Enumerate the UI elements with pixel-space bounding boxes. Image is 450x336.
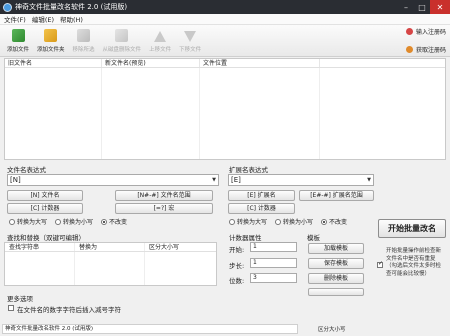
template-label: 模板 — [307, 234, 320, 242]
macro-button[interactable]: [=?] 宏 — [115, 203, 213, 214]
column-location[interactable]: 文件位置 — [200, 59, 320, 67]
check-duplicates-checkbox[interactable] — [377, 260, 383, 268]
add-file-icon — [11, 29, 25, 42]
status-right-text: 区分大小写 — [318, 327, 346, 333]
status-text: 神奇文件批量改名软件 2.0 (试用版) — [2, 324, 298, 334]
digits-input[interactable]: 3 — [250, 273, 297, 283]
check-duplicates-hint: 开始批量操作前检查新文件名中是否有重复（勾选后文件太多时检查可能会比较慢） — [386, 248, 442, 277]
move-down-button[interactable]: 下移文件 — [175, 25, 205, 56]
start-rename-button[interactable]: 开始批量改名 — [378, 219, 446, 238]
ext-case-group: 转换为大写 转换为小写 不改变 — [229, 217, 347, 226]
remove-selected-icon — [77, 29, 91, 42]
replace-table[interactable]: 查找字符串 替换为 区分大小写 — [4, 242, 217, 286]
menu-bar: 文件(F) 编辑(E) 帮助(H) — [0, 14, 450, 25]
ext-button[interactable]: [E] 扩展名 — [228, 190, 295, 201]
insert-hyphen-label: 在文件名的数字字符后插入减号字符 — [17, 306, 121, 314]
filename-button[interactable]: [N] 文件名 — [7, 190, 83, 201]
counter-label: 计数器属性 — [229, 234, 262, 242]
delete-template-button[interactable]: 删除模板 — [308, 273, 364, 284]
column-case[interactable]: 区分大小写 — [145, 243, 205, 251]
delete-from-disk-button[interactable]: 从磁盘删除文件 — [99, 25, 146, 56]
column-old-name[interactable]: 旧文件名 — [5, 59, 102, 67]
radio-unchanged[interactable]: 不改变 — [101, 217, 127, 226]
cart-icon — [405, 46, 413, 53]
save-template-button[interactable]: 保存模板 — [308, 258, 364, 269]
template-blank-button[interactable] — [308, 288, 364, 296]
add-folder-icon — [44, 29, 58, 42]
delete-from-disk-icon — [115, 29, 129, 42]
status-bar: 神奇文件批量改名软件 2.0 (试用版) 区分大小写 — [0, 322, 450, 336]
get-code-link[interactable]: 获取注册码 — [405, 45, 446, 54]
menu-edit[interactable]: 编辑(E) — [32, 14, 54, 24]
move-down-icon — [184, 31, 197, 42]
ext-counter-button[interactable]: [C] 计数器 — [228, 203, 295, 214]
radio-uppercase[interactable]: 转换为大写 — [9, 217, 47, 226]
minimize-button[interactable]: – — [398, 0, 414, 14]
radio-lowercase[interactable]: 转换为小写 — [55, 217, 93, 226]
enter-code-link[interactable]: 输入注册码 — [405, 27, 446, 36]
menu-help[interactable]: 帮助(H) — [60, 14, 83, 24]
key-icon — [405, 28, 413, 35]
column-find[interactable]: 查找字符串 — [5, 243, 75, 251]
file-list[interactable]: 旧文件名 新文件名(预览) 文件位置 — [4, 58, 446, 160]
radio-ext-uppercase[interactable]: 转换为大写 — [229, 217, 267, 226]
load-template-button[interactable]: 加载模板 — [308, 243, 364, 254]
filename-expr-label: 文件名表达式 — [7, 166, 46, 174]
close-button[interactable]: ✕ — [430, 0, 450, 14]
add-folder-button[interactable]: 添加文件夹 — [33, 25, 69, 56]
chevron-down-icon[interactable]: ▼ — [210, 175, 218, 185]
move-up-button[interactable]: 上移文件 — [145, 25, 175, 56]
replace-label: 查找和替换（双键可编辑） — [7, 234, 85, 242]
remove-selected-button[interactable]: 移除所选 — [69, 25, 99, 56]
more-options-label: 更多选项 — [7, 295, 33, 303]
digits-label: 位数: — [229, 277, 245, 285]
start-input[interactable]: 1 — [250, 242, 297, 252]
filename-expr-input[interactable]: [N] ▼ — [7, 174, 219, 186]
app-icon — [3, 2, 12, 12]
counter-button[interactable]: [C] 计数器 — [7, 203, 83, 214]
window-title: 神奇文件批量改名软件 2.0 (试用版) — [15, 3, 128, 11]
column-replace[interactable]: 替换为 — [75, 243, 145, 251]
maximize-button[interactable]: □ — [414, 0, 430, 14]
column-new-name[interactable]: 新文件名(预览) — [102, 59, 200, 67]
ext-expr-label: 扩展名表达式 — [229, 166, 268, 174]
insert-hyphen-checkbox[interactable] — [8, 305, 14, 311]
add-file-button[interactable]: 添加文件 — [3, 25, 33, 56]
start-label: 开始: — [229, 246, 245, 254]
ext-expr-input[interactable]: [E] ▼ — [228, 174, 374, 186]
filename-range-button[interactable]: [N#-#] 文件名范围 — [115, 190, 213, 201]
title-bar: 神奇文件批量改名软件 2.0 (试用版) – □ ✕ — [0, 0, 450, 14]
radio-ext-lowercase[interactable]: 转换为小写 — [275, 217, 313, 226]
menu-file[interactable]: 文件(F) — [4, 14, 26, 24]
move-up-icon — [154, 31, 167, 42]
ext-range-button[interactable]: [E#-#] 扩展名范围 — [299, 190, 374, 201]
toolbar: 添加文件 添加文件夹 移除所选 从磁盘删除文件 上移文件 下移文件 输入注册码 … — [0, 25, 450, 57]
chevron-down-icon[interactable]: ▼ — [365, 175, 373, 185]
filename-case-group: 转换为大写 转换为小写 不改变 — [9, 217, 127, 226]
step-input[interactable]: 1 — [250, 258, 297, 268]
radio-ext-unchanged[interactable]: 不改变 — [321, 217, 347, 226]
step-label: 步长: — [229, 262, 245, 270]
